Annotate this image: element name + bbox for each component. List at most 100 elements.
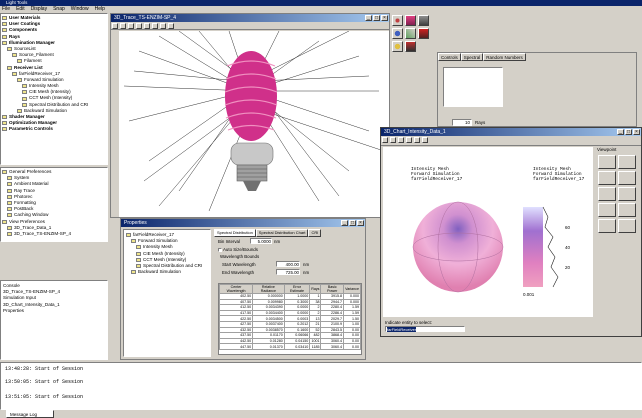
source-tool-icon[interactable] [392, 41, 403, 52]
minimize-icon[interactable]: _ [617, 129, 624, 135]
view-top-icon[interactable] [598, 155, 616, 169]
view-back-icon[interactable] [618, 187, 636, 201]
prism-tool-icon[interactable] [405, 28, 416, 39]
maximize-icon[interactable]: □ [349, 220, 356, 226]
select-input[interactable]: farFieldReceiver [385, 326, 465, 332]
pan-icon[interactable] [120, 23, 126, 29]
menu-edit[interactable]: Edit [16, 6, 25, 13]
tab-spectral-distribution[interactable]: Spectral Distribution [214, 229, 256, 237]
scale-label-20: 20 [565, 265, 571, 270]
menu-display[interactable]: Display [31, 6, 47, 13]
tree-node-icon [7, 225, 12, 230]
tree-node-icon [7, 65, 12, 70]
mirror-tool-icon[interactable] [418, 28, 429, 39]
rotate-icon[interactable] [128, 23, 134, 29]
chart-window: 3D_Chart_Intensity_Data_1 _ □ × Intensity … [380, 127, 642, 337]
tree-node-icon [22, 96, 27, 101]
render-icon[interactable] [152, 23, 158, 29]
tab-random-numbers[interactable]: Random Numbers [483, 53, 526, 61]
system-tree-panel: User Materials User Coatings Components Ray… [0, 13, 108, 165]
menu-snap[interactable]: Snap [53, 6, 65, 13]
panel-grid [443, 67, 503, 107]
close-icon[interactable]: × [633, 129, 640, 135]
tree-node-icon [136, 257, 141, 262]
menu-help[interactable]: Help [95, 6, 105, 13]
chart-canvas[interactable]: Intensity Mesh Forward Simulation farField… [383, 147, 593, 317]
spectral-table-wrap: Center Wavelength Relative Radiance Error … [218, 283, 362, 355]
simulation-panel: Controls Spectral Random Numbers 10 Rays [437, 52, 637, 127]
tree-node-icon [136, 245, 141, 250]
end-wavelength-unit: nm [303, 270, 310, 275]
view-bottom-icon[interactable] [598, 187, 616, 201]
menu-window[interactable]: Window [71, 6, 89, 13]
tree-node-icon [17, 59, 22, 64]
minimize-icon[interactable]: _ [341, 220, 348, 226]
view-right-icon[interactable] [618, 203, 636, 217]
tree-node-icon [7, 176, 12, 181]
view-side-icon[interactable] [598, 171, 616, 185]
app-title: Light Tools [6, 0, 28, 5]
window-list-item[interactable]: Properties [3, 308, 105, 314]
copy-icon[interactable] [390, 137, 396, 143]
intensity-sphere-icon [412, 201, 559, 293]
view-front-icon[interactable] [618, 155, 636, 169]
view-left-icon[interactable] [598, 203, 616, 217]
column-header[interactable]: Relative Radiance [252, 284, 285, 294]
menu-bar: File Edit Display Snap Window Help [0, 6, 642, 13]
lens-tool-icon[interactable] [392, 28, 403, 39]
view3d-toolbar [111, 22, 389, 30]
tab-spectral[interactable]: Spectral [460, 53, 484, 61]
shade-icon[interactable] [168, 23, 174, 29]
tab-message-log[interactable]: Message Log [6, 410, 54, 418]
bin-interval-input[interactable]: 5.0000 [250, 238, 272, 244]
pointer-icon[interactable] [422, 137, 428, 143]
fit-icon[interactable] [136, 23, 142, 29]
end-wavelength-input[interactable]: 725.00 [276, 269, 300, 275]
table-cell: 447.50 [219, 343, 254, 350]
shape-tool-icon[interactable] [418, 15, 429, 26]
maximize-icon[interactable]: □ [373, 15, 380, 21]
table-cell: 0.03410 [283, 343, 311, 350]
column-header[interactable]: Error Estimate [283, 284, 311, 294]
wavelength-bounds-label: Wavelength Bounds [220, 254, 260, 259]
table-row[interactable]: 447.50 0.01370 0.03410 1185 3060.4 0.00 [219, 343, 361, 350]
tab-cri[interactable]: CRI [308, 229, 322, 237]
zoom-icon[interactable] [112, 23, 118, 29]
select-icon[interactable] [144, 23, 150, 29]
column-header[interactable]: Variance [343, 284, 361, 294]
column-header[interactable]: Basic Power [320, 284, 345, 294]
minimize-icon[interactable]: _ [365, 15, 372, 21]
tab-spectral-chart[interactable]: Spectral Distribution Chart [255, 229, 309, 237]
print-icon[interactable] [382, 137, 388, 143]
tree-node-icon [17, 108, 22, 113]
tree-node-icon [2, 28, 7, 33]
table-cell: 3060.4 [320, 343, 345, 350]
view-fit-icon[interactable] [618, 219, 636, 233]
close-icon[interactable]: × [381, 15, 388, 21]
view-reset-icon[interactable] [598, 219, 616, 233]
maximize-icon[interactable]: □ [625, 129, 632, 135]
tree-item[interactable]: Parametric Controls [2, 126, 106, 132]
scale-label-60: 60 [565, 225, 571, 230]
menu-file[interactable]: File [2, 6, 10, 13]
view3d-canvas[interactable] [119, 31, 389, 217]
auto-size-checkbox[interactable] [218, 247, 222, 252]
zoom-in-icon[interactable] [398, 137, 404, 143]
zoom-out-icon[interactable] [406, 137, 412, 143]
torus-tool-icon[interactable] [392, 15, 403, 26]
preference-item[interactable]: 3D_Trace_TS-ENZIM-SP_4 [2, 231, 106, 237]
tree-item-label: Parametric Controls [9, 126, 53, 132]
column-header[interactable]: Center Wavelength [219, 284, 254, 294]
view-iso-icon[interactable] [618, 171, 636, 185]
properties-tree-item[interactable]: Backward Simulation [126, 269, 208, 275]
rotate-icon[interactable] [414, 137, 420, 143]
table-cell: 0.00 [343, 343, 361, 350]
cylinder-tool-icon[interactable] [405, 15, 416, 26]
tab-controls[interactable]: Controls [438, 53, 461, 61]
receiver-tool-icon[interactable] [405, 41, 416, 52]
start-wavelength-input[interactable]: 400.00 [276, 261, 300, 267]
close-icon[interactable]: × [357, 220, 364, 226]
rays-input[interactable]: 10 [452, 119, 472, 126]
column-header[interactable]: Rays [309, 284, 322, 294]
wire-icon[interactable] [160, 23, 166, 29]
